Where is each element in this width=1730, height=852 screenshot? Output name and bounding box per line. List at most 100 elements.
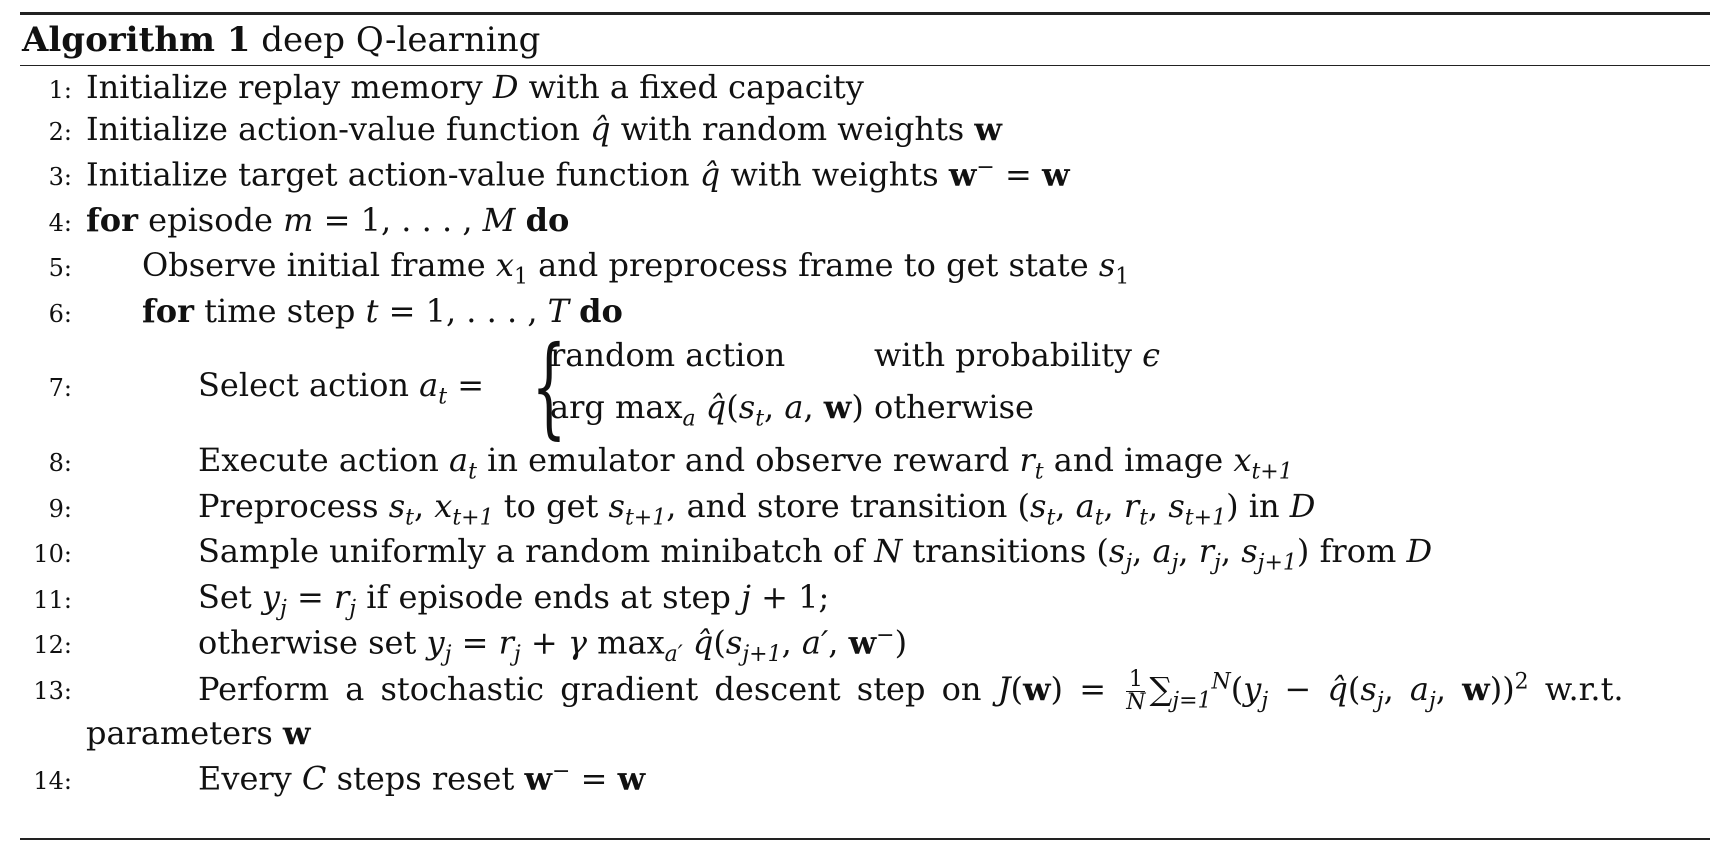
text: Preprocess <box>198 487 389 525</box>
subscript: j <box>1261 688 1269 714</box>
math-var: r <box>333 578 350 616</box>
math-var: w <box>524 759 553 798</box>
superscript: − <box>976 155 995 180</box>
text: Observe initial frame <box>142 246 496 284</box>
math-var: s <box>725 623 743 662</box>
math-var: s <box>738 388 756 426</box>
line-text: Initialize action-value function q̂ with… <box>86 110 1002 148</box>
subscript: t <box>1139 505 1149 531</box>
algorithm-label: Algorithm 1 <box>22 20 251 60</box>
text: to get <box>493 487 609 525</box>
math-var: r <box>498 623 514 662</box>
line-number: 4: <box>48 209 72 237</box>
text: Initialize action-value function <box>86 110 591 148</box>
math-var: j <box>741 578 751 616</box>
math-var: w <box>617 759 646 798</box>
math-var: q̂ <box>705 388 727 426</box>
text: = <box>447 366 485 404</box>
subscript: 1 <box>1115 264 1130 290</box>
subscript: a′ <box>664 642 683 668</box>
math-var: N <box>874 532 903 570</box>
subscript: j <box>513 642 521 668</box>
text: w.r.t. <box>1528 670 1624 708</box>
math-var: a <box>1075 487 1095 525</box>
math-var: w <box>1023 670 1051 708</box>
subscript: j <box>279 596 287 622</box>
text: Set <box>198 578 262 616</box>
subscript: j=1 <box>1172 688 1212 714</box>
line-number: 12: <box>33 631 72 659</box>
text: from <box>1309 532 1407 570</box>
subscript: j <box>1125 550 1133 576</box>
line-number: 7: <box>48 374 72 402</box>
subscript: j+1 <box>742 642 782 668</box>
line-text: Observe initial frame x1 and preprocess … <box>142 246 1129 289</box>
math-var: ϵ <box>1142 336 1161 374</box>
math-var: w <box>1462 670 1490 708</box>
text: in emulator and observe reward <box>476 441 1020 479</box>
keyword: for <box>142 292 194 330</box>
subscript: t <box>405 505 414 531</box>
math-var: w <box>974 110 1002 148</box>
math-var: y <box>426 623 445 662</box>
text: Perform a stochastic gradient descent st… <box>198 670 998 708</box>
subscript: 1 <box>513 264 528 290</box>
sum-icon: ∑ <box>1149 670 1173 708</box>
line-text: Perform a stochastic gradient descent st… <box>198 667 1624 715</box>
text: , and store transition <box>666 487 1018 525</box>
line-number: 14: <box>33 767 72 795</box>
subscript: t+1 <box>1184 505 1227 531</box>
line-number: 6: <box>48 300 72 328</box>
text: with a fixed capacity <box>518 68 864 106</box>
math-var: s <box>388 487 406 525</box>
text: otherwise set <box>198 623 427 662</box>
algorithm-lines: 1: Initialize replay memory D with a fix… <box>20 66 1710 846</box>
denominator: N <box>1126 690 1146 715</box>
math-var: D <box>492 68 519 106</box>
case-2-condition: otherwise <box>874 388 1034 426</box>
math-var: a′ <box>801 623 829 662</box>
text: in <box>1238 487 1290 525</box>
subscript: t <box>1046 505 1056 531</box>
text: transitions <box>902 532 1097 570</box>
line-number: 8: <box>48 449 72 477</box>
subscript: t+1 <box>452 505 494 531</box>
line-text: Execute action at in emulator and observ… <box>198 441 1293 484</box>
text: + 1; <box>750 578 830 616</box>
math-var: x <box>1233 441 1252 479</box>
math-var: q̂ <box>692 623 714 662</box>
subscript: j+1 <box>1257 550 1297 576</box>
line-number: 5: <box>48 254 72 282</box>
superscript: N <box>1211 669 1231 695</box>
subscript: j <box>1376 688 1384 714</box>
math-var: r <box>1123 487 1140 525</box>
math-var: q̂ <box>699 155 721 194</box>
math-var: γ <box>567 623 587 662</box>
text: max <box>586 623 665 662</box>
text: arg max <box>550 388 683 426</box>
math-var: r <box>1019 441 1035 479</box>
math-var: x <box>495 246 514 284</box>
math-var: s <box>1360 670 1377 708</box>
math-var: x <box>434 487 453 525</box>
math-var: r <box>1198 532 1215 570</box>
line-text: Initialize replay memory D with a fixed … <box>86 68 864 106</box>
line-text: otherwise set yj = rj + γ maxa′ q̂(sj+1,… <box>198 623 908 668</box>
text: Sample uniformly a random minibatch of <box>198 532 875 570</box>
case-1-condition: with probability ϵ <box>874 336 1160 374</box>
subscript: t+1 <box>1251 459 1293 485</box>
math-var: D <box>1406 532 1433 570</box>
math-var: y <box>1243 670 1262 708</box>
line-text: Sample uniformly a random minibatch of N… <box>198 532 1433 576</box>
math-var: w <box>948 155 977 194</box>
line-number: 10: <box>33 540 72 568</box>
math-var: s <box>1241 532 1258 570</box>
text: Initialize replay memory <box>86 68 493 106</box>
line-number: 1: <box>48 76 72 104</box>
line-text: Preprocess st, xt+1 to get st+1, and sto… <box>198 487 1316 531</box>
text: Execute action <box>198 441 449 479</box>
math-var: m <box>283 201 314 239</box>
keyword: do <box>579 292 623 330</box>
line-text: parameters w <box>86 714 310 752</box>
numerator: 1 <box>1126 669 1146 692</box>
